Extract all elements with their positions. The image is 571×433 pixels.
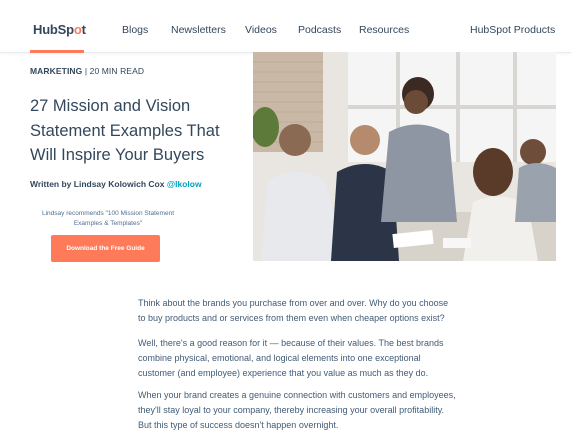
author-byline: Written by Lindsay Kolowich Cox @lkolow	[30, 179, 202, 189]
article-title: 27 Mission and Vision Statement Examples…	[30, 97, 220, 164]
hero-image	[253, 52, 556, 261]
hubspot-logo[interactable]: HubSpot	[33, 22, 86, 37]
author-handle-link[interactable]: @lkolow	[167, 179, 202, 189]
nav-videos[interactable]: Videos	[245, 24, 277, 36]
nav-newsletters[interactable]: Newsletters	[171, 24, 226, 36]
intro-paragraph-1: Think about the brands you purchase from…	[138, 298, 449, 323]
nav-hubspot-products[interactable]: HubSpot Products	[470, 24, 555, 36]
read-time: | 20 MIN READ	[84, 66, 145, 76]
recommendation-text: Lindsay recommends "100 Mission Statemen…	[41, 210, 174, 227]
category-link[interactable]: MARKETING	[30, 66, 82, 76]
download-guide-button[interactable]: Download the Free Guide	[51, 235, 160, 262]
intro-paragraph-2: Well, there's a good reason for it — bec…	[138, 338, 444, 378]
author-name: Written by Lindsay Kolowich Cox	[30, 179, 165, 189]
nav-podcasts[interactable]: Podcasts	[298, 24, 341, 36]
active-nav-indicator	[30, 50, 84, 53]
intro-paragraph-3: When your brand creates a genuine connec…	[138, 390, 456, 430]
article-eyebrow: MARKETING | 20 MIN READ	[30, 66, 144, 76]
nav-resources[interactable]: Resources	[359, 24, 409, 36]
top-navigation: HubSpot Blogs Newsletters Videos Podcast…	[0, 0, 571, 53]
nav-blogs[interactable]: Blogs	[122, 24, 148, 36]
